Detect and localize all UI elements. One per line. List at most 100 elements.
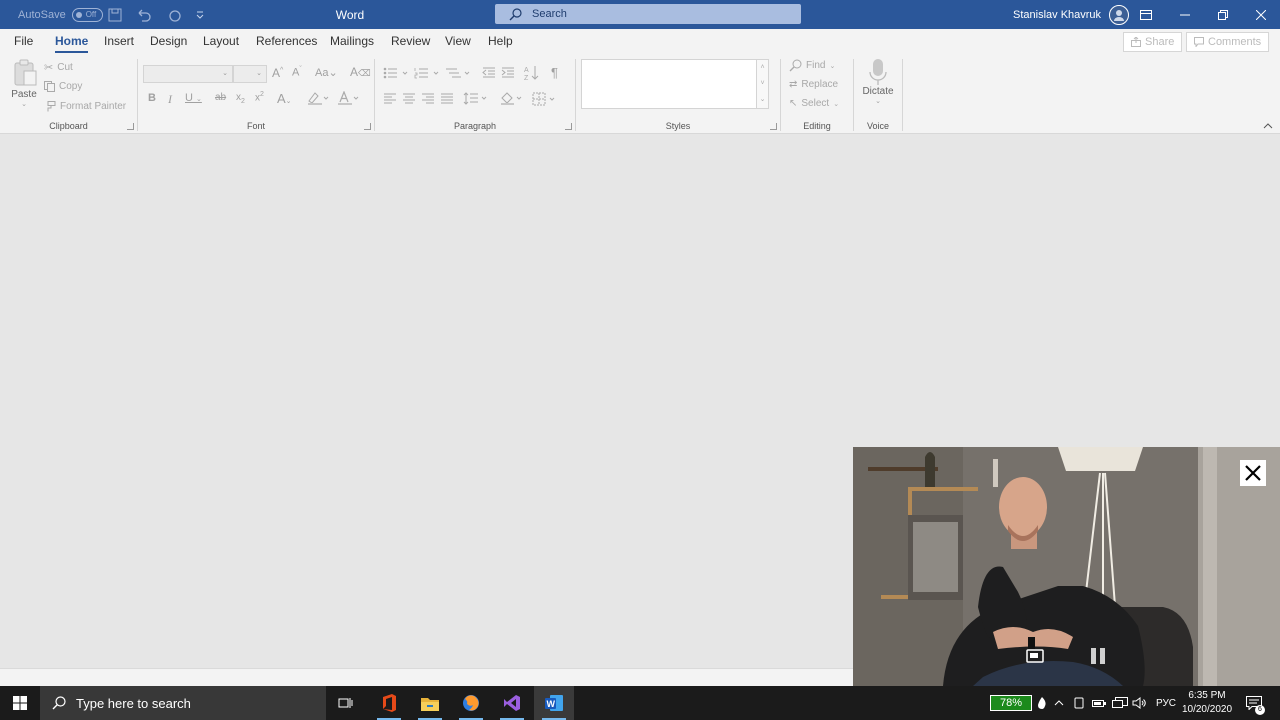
- superscript-icon[interactable]: x2: [255, 91, 264, 103]
- grow-font-icon[interactable]: A^: [272, 66, 283, 80]
- tab-layout[interactable]: Layout: [203, 29, 239, 55]
- bold-icon[interactable]: B: [148, 92, 156, 104]
- action-center-button[interactable]: 6: [1246, 686, 1265, 720]
- picture-in-picture-button[interactable]: [1026, 649, 1044, 665]
- volume-icon[interactable]: [1132, 686, 1146, 720]
- svg-text:A: A: [524, 67, 529, 74]
- strikethrough-icon[interactable]: ab: [215, 92, 226, 103]
- font-name-combobox[interactable]: ⌄: [143, 65, 233, 83]
- autosave-label: AutoSave: [18, 8, 66, 21]
- styles-dialog-launcher[interactable]: [770, 123, 777, 130]
- font-size-combobox[interactable]: ⌄: [233, 65, 267, 83]
- tab-design[interactable]: Design: [150, 29, 187, 55]
- tab-file[interactable]: File: [14, 29, 33, 55]
- justify-icon[interactable]: [440, 93, 454, 105]
- close-button[interactable]: [1242, 0, 1280, 29]
- bullets-icon[interactable]: [383, 67, 409, 79]
- editing-group: Find ⌄ ⇄ Replace ↖ Select ⌄ Editing: [781, 55, 853, 134]
- tab-home[interactable]: Home: [55, 29, 89, 55]
- redo-icon[interactable]: [168, 8, 182, 22]
- align-right-icon[interactable]: [421, 93, 435, 105]
- shading-icon[interactable]: [500, 91, 524, 105]
- customize-qat-icon[interactable]: [196, 8, 204, 22]
- tab-help[interactable]: Help: [488, 29, 513, 55]
- undo-icon[interactable]: [136, 8, 154, 22]
- tab-mailings[interactable]: Mailings: [330, 29, 374, 55]
- show-hidden-icons-button[interactable]: [1054, 686, 1064, 720]
- tab-review[interactable]: Review: [391, 29, 430, 55]
- taskbar-office[interactable]: [369, 686, 409, 720]
- font-dialog-launcher[interactable]: [364, 123, 371, 130]
- multilevel-list-icon[interactable]: [445, 67, 471, 79]
- share-button[interactable]: Share: [1123, 32, 1183, 52]
- find-icon: [789, 59, 802, 72]
- paste-chevron-icon: ⌄: [21, 101, 27, 108]
- text-effects-icon[interactable]: A⌄: [277, 91, 292, 106]
- search-icon: [509, 7, 522, 20]
- video-overlay[interactable]: [853, 447, 1280, 686]
- copy-button[interactable]: Copy: [44, 81, 82, 92]
- minimize-button[interactable]: [1166, 0, 1204, 29]
- tab-references[interactable]: References: [256, 29, 317, 55]
- firefox-icon: [463, 695, 479, 711]
- subscript-icon[interactable]: x2: [236, 92, 245, 105]
- select-button[interactable]: ↖ Select ⌄: [789, 98, 839, 109]
- taskbar-firefox[interactable]: [451, 686, 491, 720]
- line-spacing-icon[interactable]: [463, 92, 489, 106]
- sort-icon[interactable]: AZ: [524, 65, 540, 81]
- borders-icon[interactable]: [532, 92, 558, 106]
- task-view-button[interactable]: [326, 686, 366, 720]
- share-label: Share: [1145, 36, 1175, 48]
- clear-formatting-icon[interactable]: A⌫: [350, 65, 371, 79]
- tray-usb-icon[interactable]: [1074, 686, 1084, 720]
- replace-button[interactable]: ⇄ Replace: [789, 79, 838, 90]
- highlight-icon[interactable]: [307, 91, 329, 105]
- language-indicator[interactable]: РУС: [1156, 686, 1176, 720]
- format-painter-button[interactable]: Format Painter: [44, 101, 126, 112]
- increase-indent-icon[interactable]: [501, 67, 515, 79]
- change-case-icon[interactable]: Aa⌄: [315, 66, 338, 79]
- autosave-toggle[interactable]: AutoSave Off: [18, 0, 103, 29]
- picture-in-picture-icon: [1026, 649, 1044, 663]
- comments-button[interactable]: Comments: [1186, 32, 1270, 52]
- underline-icon[interactable]: U ⌄: [185, 92, 202, 104]
- save-icon[interactable]: [108, 8, 122, 22]
- tray-power-icon[interactable]: [1092, 686, 1106, 720]
- tab-view[interactable]: View: [445, 29, 471, 55]
- start-button[interactable]: [0, 686, 40, 720]
- styles-gallery-scroll[interactable]: ˄ ˅ ⌄: [757, 59, 769, 109]
- tab-insert[interactable]: Insert: [104, 29, 134, 55]
- video-close-button[interactable]: [1240, 460, 1266, 486]
- taskbar: Type here to search W 78% РУС 6:35 PM 10…: [0, 686, 1280, 720]
- restore-button[interactable]: [1204, 0, 1242, 29]
- taskbar-visual-studio[interactable]: [492, 686, 532, 720]
- decrease-indent-icon[interactable]: [482, 67, 496, 79]
- search-box[interactable]: Search: [495, 4, 801, 24]
- dictate-button[interactable]: Dictate ⌄: [856, 58, 900, 114]
- tray-flame-icon[interactable]: [1038, 686, 1046, 720]
- align-center-icon[interactable]: [402, 93, 416, 105]
- paste-button[interactable]: Paste ⌄: [8, 59, 40, 115]
- find-button[interactable]: Find ⌄: [789, 59, 835, 72]
- pause-button[interactable]: [1090, 647, 1106, 665]
- taskbar-search-box[interactable]: Type here to search: [40, 686, 326, 720]
- taskbar-word[interactable]: W: [534, 686, 574, 720]
- paragraph-dialog-launcher[interactable]: [565, 123, 572, 130]
- collapse-ribbon-icon[interactable]: [1263, 122, 1273, 129]
- account[interactable]: Stanislav Khavruk: [1013, 0, 1130, 29]
- cut-button[interactable]: ✂ Cut: [44, 61, 73, 74]
- show-formatting-marks-icon[interactable]: ¶: [551, 65, 558, 80]
- numbering-icon[interactable]: [414, 67, 440, 79]
- copy-label: Copy: [59, 81, 83, 92]
- battery-indicator[interactable]: 78%: [990, 695, 1032, 711]
- italic-icon[interactable]: I: [168, 92, 172, 107]
- network-icon[interactable]: [1112, 686, 1128, 720]
- align-left-icon[interactable]: [383, 93, 397, 105]
- clipboard-dialog-launcher[interactable]: [127, 123, 134, 130]
- font-color-icon[interactable]: [337, 91, 359, 105]
- shrink-font-icon[interactable]: Aˇ: [292, 66, 302, 79]
- clock[interactable]: 6:35 PM 10/20/2020: [1176, 689, 1238, 717]
- taskbar-file-explorer[interactable]: [410, 686, 450, 720]
- styles-gallery[interactable]: [581, 59, 757, 109]
- ribbon-display-options-button[interactable]: [1127, 0, 1165, 29]
